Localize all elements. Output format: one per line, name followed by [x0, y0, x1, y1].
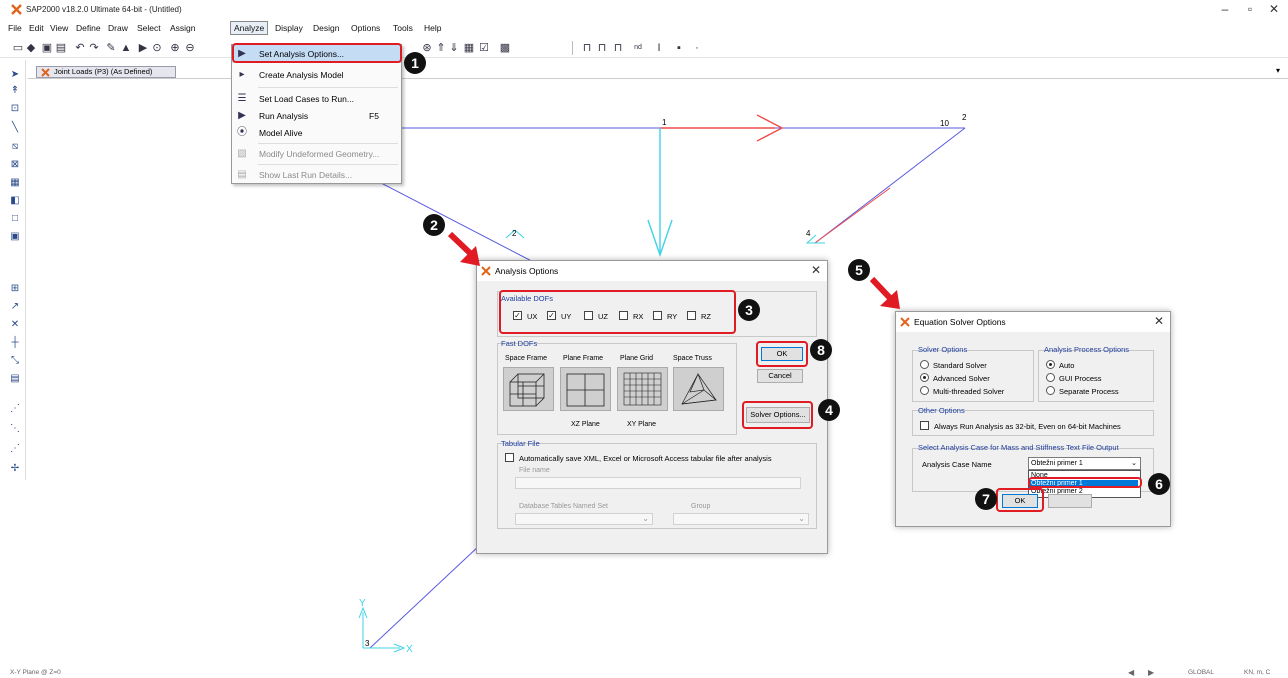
callout-badge-7: 7	[975, 488, 997, 510]
nav-left-icon[interactable]: ◀	[1128, 668, 1134, 677]
units-select[interactable]: KN, m, C	[1244, 669, 1270, 676]
annotation-arrows	[447, 231, 900, 309]
callout-badge-8: 8	[810, 339, 832, 361]
red-arrow-2	[447, 231, 480, 266]
callout-badge-5: 5	[848, 259, 870, 281]
callout-badge-1: 1	[404, 52, 426, 74]
status-view-text: X-Y Plane @ Z=0	[10, 669, 61, 676]
coord-system[interactable]: GLOBAL	[1188, 669, 1214, 676]
red-arrow-5	[869, 276, 900, 309]
callout-badge-2: 2	[423, 214, 445, 236]
nav-right-icon[interactable]: ▶	[1148, 668, 1154, 677]
status-bar: X-Y Plane @ Z=0 ◀ ▶ GLOBAL KN, m, C	[0, 668, 1288, 678]
callout-badge-3: 3	[738, 299, 760, 321]
callout-badge-4: 4	[818, 399, 840, 421]
callout-badge-6: 6	[1148, 473, 1170, 495]
